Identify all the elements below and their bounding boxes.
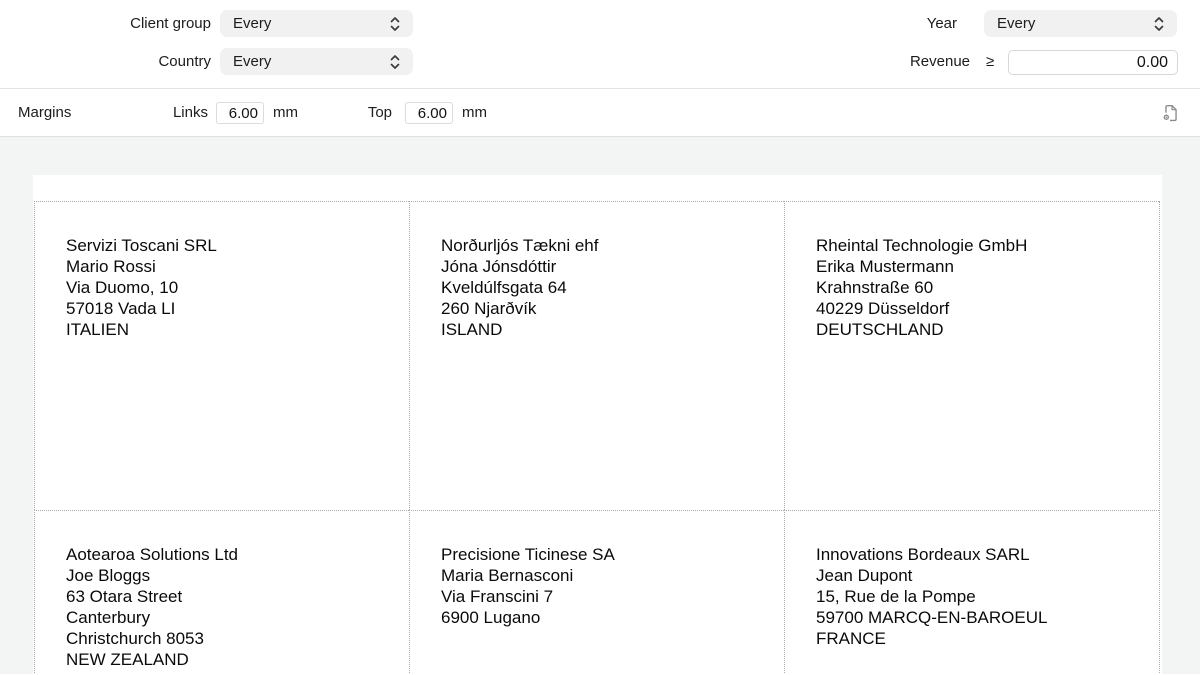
address-line: ITALIEN bbox=[66, 319, 399, 340]
margin-left-unit: mm bbox=[273, 89, 298, 137]
address-line: Canterbury bbox=[66, 607, 399, 628]
address-line: Krahnstraße 60 bbox=[816, 277, 1149, 298]
label-preview-area: Servizi Toscani SRLMario RossiVia Duomo,… bbox=[0, 137, 1200, 674]
address-line: 63 Otara Street bbox=[66, 586, 399, 607]
margin-top-unit: mm bbox=[462, 89, 487, 137]
margin-left-label: Links bbox=[150, 89, 208, 137]
address-line: Norðurljós Tækni ehf bbox=[441, 235, 774, 256]
address-line: ISLAND bbox=[441, 319, 774, 340]
margin-top-input[interactable] bbox=[405, 102, 453, 124]
client-group-value: Every bbox=[233, 15, 389, 32]
address-line: FRANCE bbox=[816, 628, 1149, 649]
address-line: Jean Dupont bbox=[816, 565, 1149, 586]
chevron-up-down-icon bbox=[389, 16, 401, 32]
address-line: Joe Bloggs bbox=[66, 565, 399, 586]
country-label: Country bbox=[11, 48, 211, 75]
address-line: Erika Mustermann bbox=[816, 256, 1149, 277]
address-line: Jóna Jónsdóttir bbox=[441, 256, 774, 277]
address-line: Via Duomo, 10 bbox=[66, 277, 399, 298]
address-label: Norðurljós Tækni ehfJóna JónsdóttirKveld… bbox=[409, 201, 784, 510]
country-select[interactable]: Every bbox=[220, 48, 413, 75]
address-line: Innovations Bordeaux SARL bbox=[816, 544, 1149, 565]
address-line: Christchurch 8053 bbox=[66, 628, 399, 649]
margins-bar: Margins Links mm Top mm bbox=[0, 89, 1200, 137]
margin-top-label: Top bbox=[355, 89, 392, 137]
labels-grid: Servizi Toscani SRLMario RossiVia Duomo,… bbox=[34, 201, 1160, 674]
chevron-up-down-icon bbox=[389, 54, 401, 70]
margin-left-input[interactable] bbox=[216, 102, 264, 124]
address-line: Rheintal Technologie GmbH bbox=[816, 235, 1149, 256]
filter-bar: Client group Every Country Every Year Ev… bbox=[0, 0, 1200, 89]
page-setup-icon bbox=[1159, 102, 1181, 124]
address-line: DEUTSCHLAND bbox=[816, 319, 1149, 340]
address-line: 59700 MARCQ-EN-BAROEUL bbox=[816, 607, 1149, 628]
country-value: Every bbox=[233, 53, 389, 70]
address-line: NEW ZEALAND bbox=[66, 649, 399, 670]
address-line: Via Franscini 7 bbox=[441, 586, 774, 607]
address-line: Aotearoa Solutions Ltd bbox=[66, 544, 399, 565]
address-label: Rheintal Technologie GmbHErika Musterman… bbox=[784, 201, 1159, 510]
label-sheet: Servizi Toscani SRLMario RossiVia Duomo,… bbox=[33, 175, 1162, 674]
address-label: Innovations Bordeaux SARLJean Dupont15, … bbox=[784, 510, 1159, 674]
chevron-up-down-icon bbox=[1153, 16, 1165, 32]
greater-equal-sign: ≥ bbox=[986, 48, 994, 75]
client-group-label: Client group bbox=[11, 10, 211, 37]
address-line: Precisione Ticinese SA bbox=[441, 544, 774, 565]
address-line: Mario Rossi bbox=[66, 256, 399, 277]
address-label: Precisione Ticinese SAMaria BernasconiVi… bbox=[409, 510, 784, 674]
revenue-label: Revenue bbox=[800, 48, 970, 75]
address-line: 57018 Vada LI bbox=[66, 298, 399, 319]
margins-title: Margins bbox=[18, 89, 71, 137]
year-select[interactable]: Every bbox=[984, 10, 1177, 37]
year-value: Every bbox=[997, 15, 1153, 32]
address-line: Servizi Toscani SRL bbox=[66, 235, 399, 256]
address-label: Aotearoa Solutions LtdJoe Bloggs63 Otara… bbox=[34, 510, 409, 674]
page-setup-button[interactable] bbox=[1159, 102, 1181, 124]
address-label: Servizi Toscani SRLMario RossiVia Duomo,… bbox=[34, 201, 409, 510]
client-group-select[interactable]: Every bbox=[220, 10, 413, 37]
address-line: 15, Rue de la Pompe bbox=[816, 586, 1149, 607]
address-line: Maria Bernasconi bbox=[441, 565, 774, 586]
address-line: 260 Njarðvík bbox=[441, 298, 774, 319]
address-line: 6900 Lugano bbox=[441, 607, 774, 628]
revenue-input[interactable] bbox=[1008, 50, 1178, 75]
year-label: Year bbox=[800, 10, 957, 37]
address-line: 40229 Düsseldorf bbox=[816, 298, 1149, 319]
address-line: Kveldúlfsgata 64 bbox=[441, 277, 774, 298]
